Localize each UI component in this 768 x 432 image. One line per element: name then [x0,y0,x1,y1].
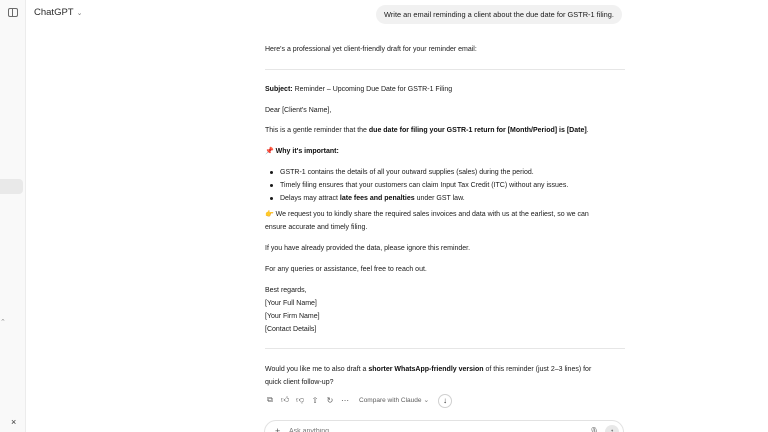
para1-text: This is a gentle reminder that the [265,127,369,134]
voice-mode-button[interactable]: ↑ [605,425,619,432]
more-icon[interactable]: ⋯ [340,395,350,405]
message-action-bar: ⧉ 👍︎ 👎︎ ⇧ ↻ ⋯ Compare with Claude ⌄ [265,395,429,405]
list-item: GSTR-1 contains the details of all your … [265,166,568,179]
pointing-hand-icon: 👉 [265,211,274,218]
thumbs-down-icon[interactable]: 👎︎ [295,395,305,405]
list-item: Delays may attract late fees and penalti… [265,192,568,205]
followup-end: of this reminder (just 2–3 lines) for [483,366,592,373]
divider [265,348,625,349]
list-item: Timely filing ensures that your customer… [265,179,568,192]
thumbs-up-icon[interactable]: 👍︎ [280,395,290,405]
user-message-bubble: Write an email reminding a client about … [376,5,622,24]
sidebar-more-icon[interactable]: ⌃ [0,318,6,326]
followup-text: Would you like me to also draft a [265,366,369,373]
request-line-1: 👉 We request you to kindly share the req… [265,208,589,221]
bullet3-bold: late fees and penalties [339,195,415,202]
copy-icon[interactable]: ⧉ [265,395,275,405]
model-selector[interactable]: ChatGPT ⌄ [34,7,82,18]
bullet-list: GSTR-1 contains the details of all your … [265,166,568,205]
composer: + 🎙︎ ↑ [264,420,624,432]
share-icon[interactable]: ⇧ [310,395,320,405]
regenerate-icon[interactable]: ↻ [325,395,335,405]
request-text: We request you to kindly share the requi… [273,211,589,218]
bullet3-end: under GST law. [414,195,465,202]
followup-question-line-1: Would you like me to also draft a shorte… [265,363,591,376]
subject-label: Subject: [265,86,293,93]
sidebar: ⌃ × [0,0,26,432]
email-para-due-date: This is a gentle reminder that the due d… [265,124,589,137]
followup-bold: shorter WhatsApp-friendly version [368,366,484,373]
sidebar-toggle-icon[interactable] [8,8,18,17]
sidebar-active-item[interactable] [0,179,23,194]
signature-name: [Your Full Name] [265,300,317,307]
why-important-heading: 📌 Why it's important: [265,145,339,158]
model-name: ChatGPT [34,7,74,18]
signoff: Best regards, [265,287,307,294]
request-line-2: ensure accurate and timely filing. [265,224,368,231]
compare-with-claude-button[interactable]: Compare with Claude ⌄ [359,396,429,404]
bullet3-text: Delays may attract [280,195,340,202]
para1-end: . [586,127,589,134]
chevron-down-icon: ⌄ [76,9,83,17]
prompt-input[interactable] [289,428,539,432]
followup-question-line-2: quick client follow-up? [265,379,334,386]
already-provided-text: If you have already provided the data, p… [265,245,471,252]
sidebar-close-icon[interactable]: × [11,417,16,427]
signature-contact: [Contact Details] [265,326,317,333]
compare-label: Compare with Claude [359,397,422,404]
scroll-to-bottom-button[interactable]: ↓ [438,394,452,408]
pushpin-icon: 📌 [265,148,274,155]
signature-firm: [Your Firm Name] [265,313,320,320]
response-intro: Here's a professional yet client-friendl… [265,46,477,53]
email-greeting: Dear [Client's Name], [265,107,332,114]
plus-icon[interactable]: + [275,426,280,432]
divider [265,69,625,70]
queries-text: For any queries or assistance, feel free… [265,266,427,273]
chevron-down-icon: ⌄ [423,397,430,404]
para1-bold: due date for filing your GSTR-1 return f… [368,127,587,134]
why-heading-text: Why it's important: [275,148,339,155]
subject-text: Reminder – Upcoming Due Date for GSTR-1 … [294,86,453,93]
microphone-icon[interactable]: 🎙︎ [589,427,599,432]
email-subject: Subject: Reminder – Upcoming Due Date fo… [265,83,452,96]
